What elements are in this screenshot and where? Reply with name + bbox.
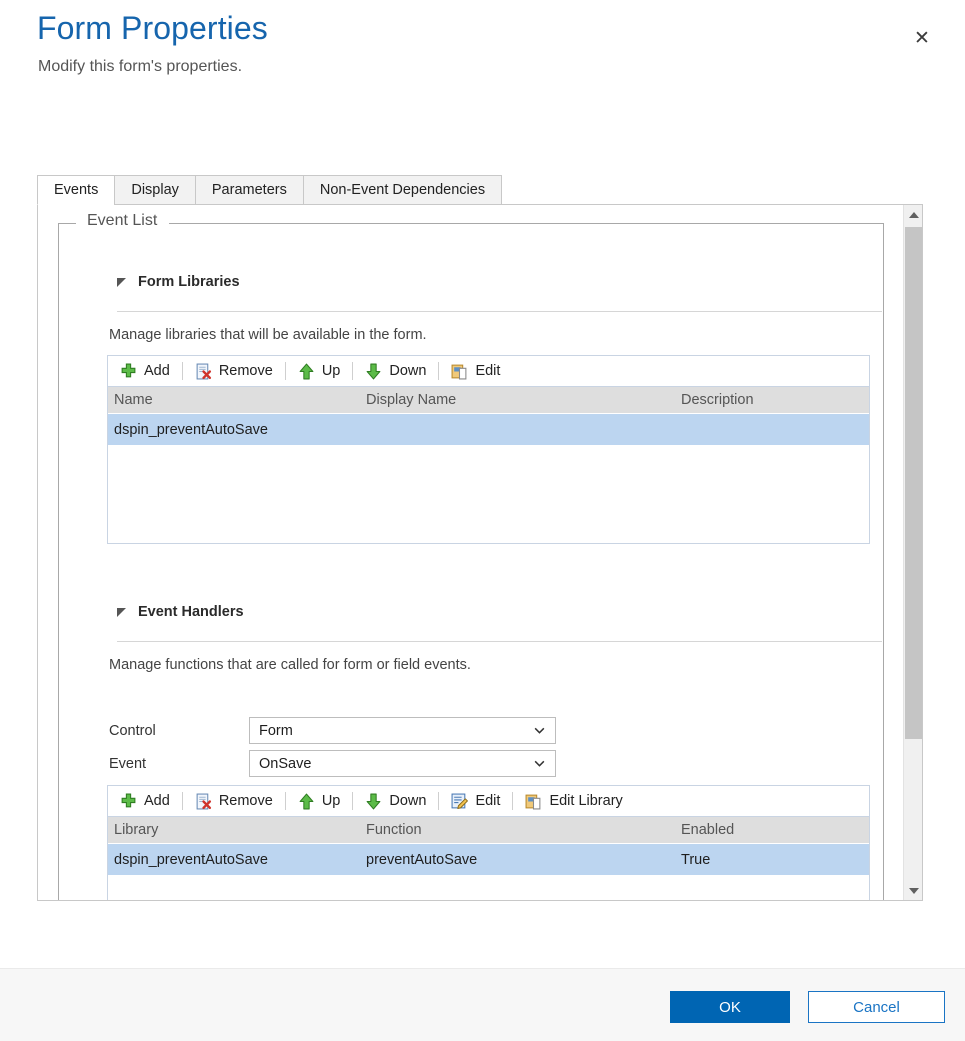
cell-name: dspin_preventAutoSave — [114, 421, 268, 438]
column-header-name[interactable]: Name — [108, 392, 360, 408]
event-handlers-remove-button[interactable]: Remove — [183, 787, 285, 816]
table-row[interactable]: dspin_preventAutoSave preventAutoSave Tr… — [108, 844, 869, 875]
cell-enabled: True — [681, 851, 711, 868]
move-up-icon — [299, 363, 314, 379]
section-divider — [117, 311, 882, 312]
scroll-down-icon[interactable] — [904, 881, 922, 900]
event-handlers-add-button[interactable]: Add — [108, 787, 182, 816]
form-libraries-description: Manage libraries that will be available … — [109, 327, 427, 343]
close-icon[interactable]: ✕ — [904, 20, 940, 56]
form-libraries-add-button[interactable]: Add — [108, 357, 182, 386]
event-handlers-down-label: Down — [389, 793, 427, 809]
tab-parameters[interactable]: Parameters — [194, 175, 303, 205]
page-title: Form Properties — [37, 10, 268, 46]
scroll-up-icon[interactable] — [904, 205, 922, 224]
cancel-button[interactable]: Cancel — [808, 991, 945, 1023]
section-form-libraries[interactable]: Form Libraries — [117, 274, 240, 290]
event-handlers-edit-library-label: Edit Library — [549, 793, 623, 809]
column-header-library[interactable]: Library — [108, 822, 360, 838]
column-header-description[interactable]: Description — [675, 392, 869, 408]
event-handlers-remove-label: Remove — [218, 793, 273, 809]
form-libraries-edit-label: Edit — [475, 363, 501, 379]
edit-library-icon — [451, 364, 467, 379]
group-border-right — [169, 223, 884, 224]
form-libraries-remove-button[interactable]: Remove — [183, 357, 285, 386]
event-field-row: Event OnSave — [109, 750, 556, 777]
event-list-group: Event List Form Libraries Manage librari… — [58, 212, 884, 900]
edit-library-icon — [525, 794, 541, 809]
section-event-handlers[interactable]: Event Handlers — [117, 604, 244, 620]
section-divider — [117, 641, 882, 642]
event-select-value: OnSave — [259, 755, 312, 772]
move-down-icon — [366, 793, 381, 809]
remove-icon — [196, 363, 211, 379]
move-down-icon — [366, 363, 381, 379]
group-border-left — [58, 223, 76, 224]
event-handlers-grid-header: Library Function Enabled — [108, 817, 869, 844]
form-libraries-toolbar: Add Remove Up Down Edit — [107, 355, 870, 386]
event-handlers-edit-button[interactable]: Edit — [439, 787, 512, 816]
events-tab-panel: Event List Form Libraries Manage librari… — [37, 204, 923, 901]
control-label: Control — [109, 722, 156, 739]
form-libraries-grid: Name Display Name Description dspin_prev… — [107, 386, 870, 544]
tab-non-event-dependencies[interactable]: Non-Event Dependencies — [302, 175, 503, 205]
add-icon — [121, 363, 136, 377]
event-handlers-grid: Library Function Enabled dspin_preventAu… — [107, 816, 870, 900]
move-up-icon — [299, 793, 314, 809]
event-list-legend: Event List — [81, 212, 164, 230]
column-header-display-name[interactable]: Display Name — [360, 392, 675, 408]
chevron-down-icon — [534, 727, 545, 734]
tab-events[interactable]: Events — [37, 175, 115, 205]
event-handlers-edit-library-button[interactable]: Edit Library — [513, 787, 634, 816]
event-select[interactable]: OnSave — [249, 750, 556, 777]
control-select-value: Form — [259, 722, 293, 739]
event-handlers-edit-label: Edit — [475, 793, 501, 809]
table-row[interactable]: dspin_preventAutoSave — [108, 414, 869, 445]
event-handlers-up-label: Up — [321, 793, 341, 809]
add-icon — [121, 793, 136, 807]
tab-display[interactable]: Display — [114, 175, 195, 205]
remove-icon — [196, 793, 211, 809]
column-header-enabled[interactable]: Enabled — [675, 822, 869, 838]
collapse-triangle-icon[interactable] — [117, 277, 126, 287]
event-handlers-description: Manage functions that are called for for… — [109, 657, 471, 673]
form-libraries-up-button[interactable]: Up — [286, 357, 353, 386]
form-libraries-down-label: Down — [389, 363, 427, 379]
scrollbar-thumb[interactable] — [905, 227, 922, 739]
dialog-footer: OK Cancel — [0, 968, 965, 1041]
form-libraries-remove-label: Remove — [218, 363, 273, 379]
edit-pencil-icon — [451, 793, 469, 809]
cell-library: dspin_preventAutoSave — [114, 851, 268, 868]
chevron-down-icon — [534, 760, 545, 767]
section-title-form-libraries: Form Libraries — [138, 274, 240, 290]
collapse-triangle-icon[interactable] — [117, 607, 126, 617]
event-handlers-up-button[interactable]: Up — [286, 787, 353, 816]
form-libraries-grid-header: Name Display Name Description — [108, 387, 869, 414]
page-subtitle: Modify this form's properties. — [38, 58, 243, 75]
event-handlers-toolbar: Add Remove Up Down Edit Edit Library — [107, 785, 870, 816]
event-label: Event — [109, 755, 147, 772]
event-handlers-add-label: Add — [144, 793, 170, 809]
form-libraries-up-label: Up — [321, 363, 341, 379]
tabstrip: Events Display Parameters Non-Event Depe… — [37, 175, 503, 205]
section-title-event-handlers: Event Handlers — [138, 604, 244, 620]
dialog-header: Form Properties Modify this form's prope… — [0, 0, 965, 100]
form-libraries-edit-button[interactable]: Edit — [439, 357, 512, 386]
panel-scrollbar[interactable] — [903, 205, 922, 900]
form-libraries-down-button[interactable]: Down — [353, 357, 438, 386]
event-handlers-down-button[interactable]: Down — [353, 787, 438, 816]
column-header-function[interactable]: Function — [360, 822, 675, 838]
form-libraries-add-label: Add — [144, 363, 170, 379]
ok-button[interactable]: OK — [670, 991, 790, 1023]
control-field-row: Control Form — [109, 717, 556, 744]
panel-scroll-area: Event List Form Libraries Manage librari… — [38, 205, 904, 900]
control-select[interactable]: Form — [249, 717, 556, 744]
cell-function: preventAutoSave — [366, 851, 478, 868]
